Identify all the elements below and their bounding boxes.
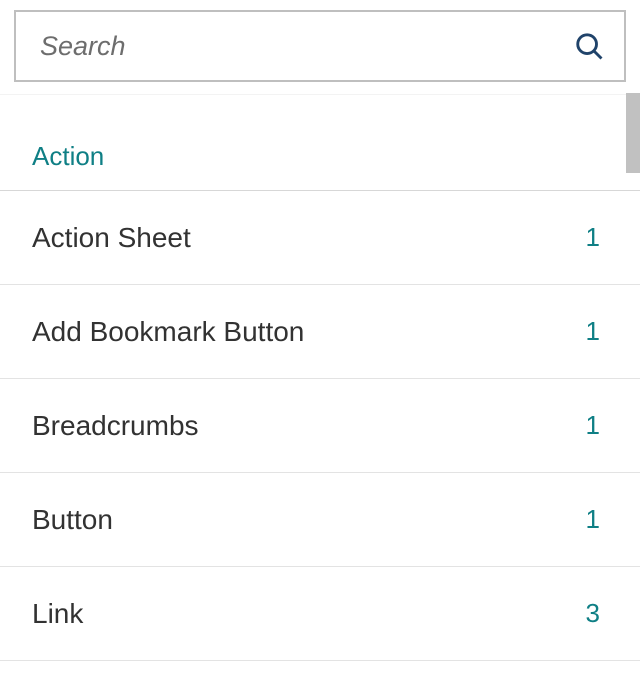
list-item-count: 1: [586, 504, 600, 535]
list-item-label: Link: [32, 598, 83, 630]
list-item-count: 3: [586, 598, 600, 629]
list-item-link[interactable]: Link 3: [0, 567, 640, 661]
list-item-label: Add Bookmark Button: [32, 316, 304, 348]
list-item-breadcrumbs[interactable]: Breadcrumbs 1: [0, 379, 640, 473]
list-item-label: Button: [32, 504, 113, 536]
list-item-button[interactable]: Button 1: [0, 473, 640, 567]
group-header-action: Action: [0, 95, 640, 191]
list-item-count: 1: [586, 316, 600, 347]
list-item-action-sheet[interactable]: Action Sheet 1: [0, 191, 640, 285]
app-root: Action Action Sheet 1 Add Bookmark Butto…: [0, 0, 640, 681]
search-field[interactable]: [14, 10, 626, 82]
search-input[interactable]: [40, 31, 572, 62]
list-item-add-bookmark-button[interactable]: Add Bookmark Button 1: [0, 285, 640, 379]
search-icon[interactable]: [572, 29, 606, 63]
search-container: [0, 0, 640, 94]
list-area: Action Action Sheet 1 Add Bookmark Butto…: [0, 94, 640, 681]
list-item-label: Action Sheet: [32, 222, 191, 254]
list-item-count: 1: [586, 222, 600, 253]
list-item-label: Breadcrumbs: [32, 410, 199, 442]
list-item-count: 1: [586, 410, 600, 441]
scrollbar-thumb[interactable]: [626, 93, 640, 173]
